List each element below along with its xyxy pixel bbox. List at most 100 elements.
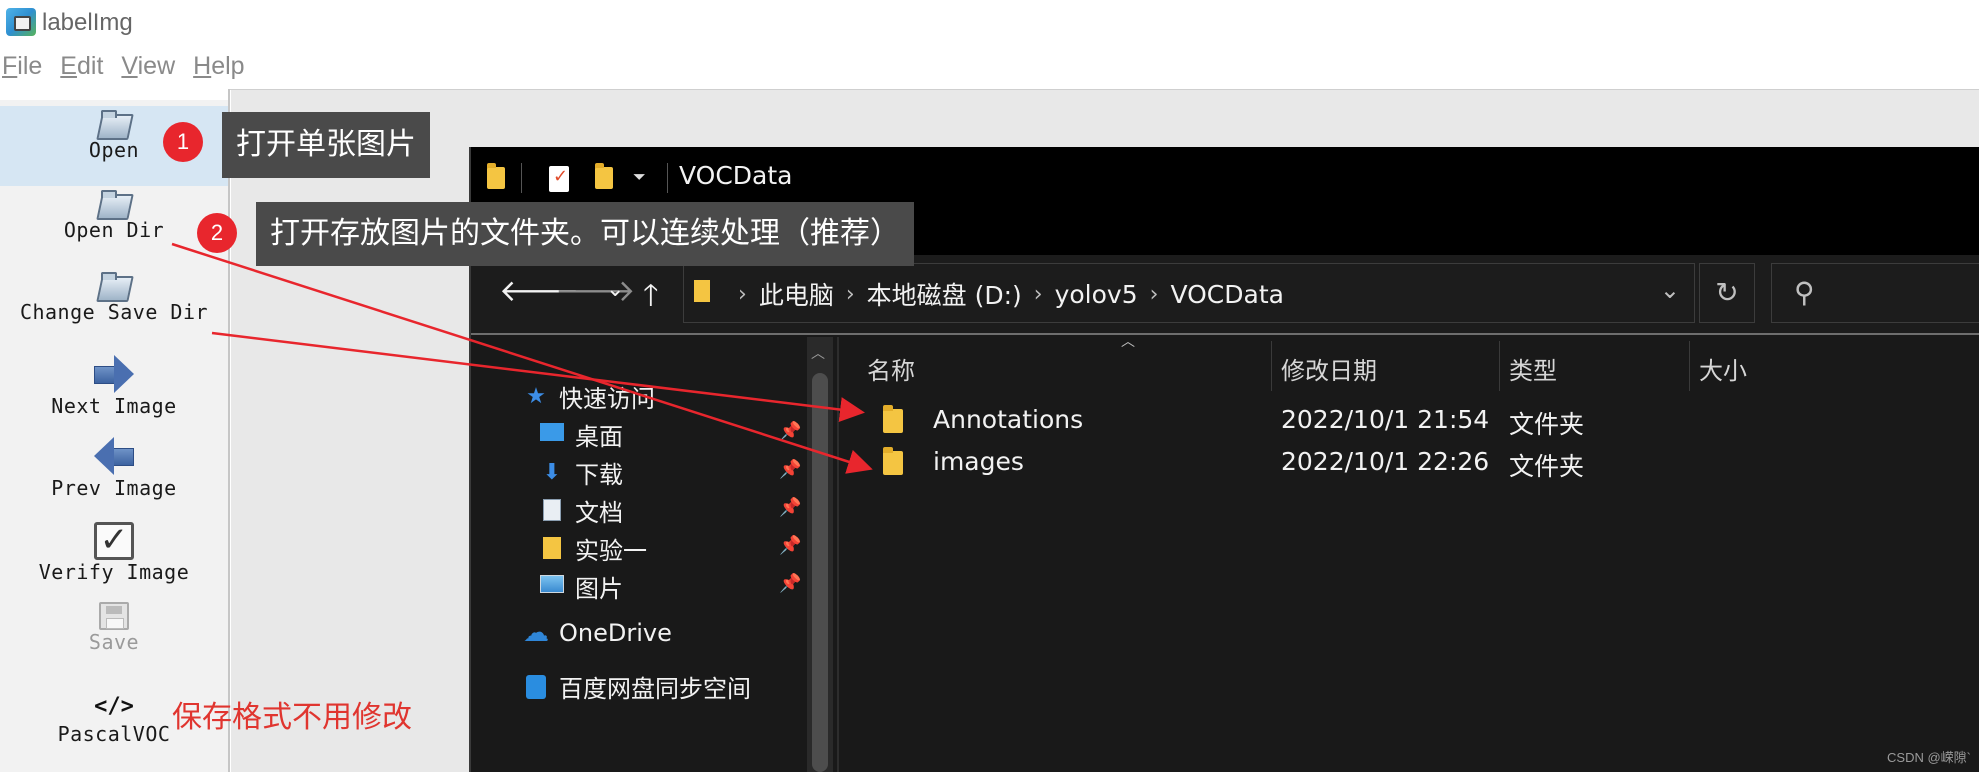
labelimg-app-icon [6, 8, 36, 36]
folder-icon [539, 536, 565, 561]
breadcrumb: › 此电脑 › 本地磁盘 (D:) › yolov5 › VOCData [726, 276, 1284, 312]
step-badge-1: 1 [163, 122, 203, 162]
toolbar-edge [228, 89, 230, 772]
navigation-pane: ★ 快速访问 桌面 📌 ⬇ 下载 📌 文档 📌 实验一 📌 图片 📌 ☁ One… [471, 337, 837, 772]
pin-icon[interactable]: 📌 [779, 497, 801, 518]
pin-icon[interactable]: 📌 [779, 421, 801, 442]
verify-image-label: Verify Image [38, 560, 190, 584]
change-save-dir-button[interactable]: Change Save Dir [0, 270, 228, 324]
nav-item-experiment[interactable]: 实验一 [539, 531, 647, 566]
up-arrow-icon[interactable]: 🡑 [643, 273, 659, 324]
toolbar-separator [521, 163, 522, 193]
checkbox-icon: ✓ [94, 522, 134, 560]
baidu-netdisk-icon [523, 674, 549, 699]
file-date: 2022/10/1 21:54 [1281, 405, 1490, 434]
star-icon: ★ [526, 383, 546, 409]
breadcrumb-chevron-icon[interactable]: › [846, 282, 855, 307]
file-type: 文件夹 [1509, 452, 1585, 481]
file-name: images [933, 447, 1024, 476]
callout-open-file: 打开单张图片 [222, 112, 430, 178]
save-dir-folder-icon [97, 270, 131, 300]
breadcrumb-item[interactable]: 此电脑 [759, 276, 834, 312]
quick-access-folder-icon [487, 163, 505, 189]
new-folder-icon[interactable] [595, 163, 613, 189]
column-header-date[interactable]: 修改日期 [1281, 351, 1377, 386]
nav-item-onedrive[interactable]: ☁ OneDrive [523, 619, 672, 647]
column-divider[interactable] [1499, 341, 1500, 391]
table-row[interactable]: Annotations 2022/10/1 21:54 文件夹 [839, 399, 1979, 441]
nav-item-quick-access[interactable]: ★ 快速访问 [523, 379, 655, 414]
breadcrumb-chevron-icon[interactable]: › [1034, 282, 1043, 307]
desktop-icon [539, 422, 565, 447]
nav-item-documents[interactable]: 文档 [539, 493, 623, 528]
explorer-window-title: VOCData [679, 161, 793, 190]
sort-ascending-icon: ︿ [1121, 334, 1135, 350]
menu-file[interactable]: File [2, 52, 42, 88]
document-icon [539, 498, 565, 523]
breadcrumb-item[interactable]: 本地磁盘 (D:) [867, 276, 1022, 312]
file-name: Annotations [933, 405, 1084, 434]
arrow-left-icon [92, 436, 136, 476]
explorer-nav-bar: 🡐 🡒 ⌄ 🡑 › 此电脑 › 本地磁盘 (D:) › yolov5 › VOC… [471, 255, 1979, 335]
column-divider[interactable] [1271, 341, 1272, 391]
column-header-type[interactable]: 类型 [1509, 351, 1557, 386]
table-row[interactable]: images 2022/10/1 22:26 文件夹 [839, 441, 1979, 483]
refresh-icon[interactable]: ↻ [1699, 263, 1755, 323]
pin-icon[interactable]: 📌 [779, 573, 801, 594]
open-dir-folder-icon [97, 188, 131, 218]
save-button[interactable]: Save [0, 602, 228, 654]
address-history-chevron-icon[interactable]: ⌄ [1660, 276, 1680, 304]
scrollbar-thumb[interactable] [812, 373, 828, 772]
folder-icon [883, 405, 903, 433]
cloud-icon: ☁ [523, 618, 549, 648]
title-bar: labelImg [0, 0, 1979, 44]
customize-dropdown-icon[interactable]: ⏷ [633, 167, 646, 187]
step-badge-2: 2 [197, 213, 237, 253]
breadcrumb-chevron-icon[interactable]: › [738, 282, 747, 307]
nav-pane-scrollbar[interactable]: ︿ [807, 337, 833, 772]
download-arrow-icon: ⬇ [542, 459, 562, 485]
pin-icon[interactable]: 📌 [779, 535, 801, 556]
scroll-up-chevron-icon[interactable]: ︿ [811, 343, 825, 363]
address-folder-icon [694, 280, 710, 302]
next-image-label: Next Image [51, 394, 177, 418]
prev-image-label: Prev Image [51, 476, 177, 500]
breadcrumb-item[interactable]: yolov5 [1055, 280, 1138, 309]
menu-view[interactable]: View [121, 52, 175, 88]
nav-item-desktop[interactable]: 桌面 [539, 417, 623, 452]
column-header-size[interactable]: 大小 [1699, 351, 1747, 386]
arrow-right-icon [92, 354, 136, 394]
column-header-name[interactable]: 名称 [867, 351, 915, 386]
open-dir-button[interactable]: Open Dir [0, 188, 228, 242]
verify-image-button[interactable]: ✓ Verify Image [0, 522, 228, 584]
nav-item-pictures[interactable]: 图片 [539, 569, 623, 604]
pin-icon[interactable]: 📌 [779, 459, 801, 480]
next-image-button[interactable]: Next Image [0, 354, 228, 418]
app-title: labelImg [42, 9, 133, 36]
column-divider[interactable] [1689, 341, 1690, 391]
callout-open-dir: 打开存放图片的文件夹。可以连续处理（推荐） [256, 202, 914, 266]
file-date: 2022/10/1 22:26 [1281, 447, 1490, 476]
recent-locations-chevron-icon[interactable]: ⌄ [606, 277, 624, 302]
change-save-dir-label: Change Save Dir [19, 300, 209, 324]
menu-help[interactable]: Help [193, 52, 244, 88]
search-input[interactable]: ⚲ [1771, 263, 1979, 323]
breadcrumb-item[interactable]: VOCData [1170, 280, 1284, 309]
prev-image-button[interactable]: Prev Image [0, 436, 228, 500]
file-type: 文件夹 [1509, 410, 1585, 439]
open-folder-icon [97, 108, 131, 138]
folder-icon [883, 447, 903, 475]
pictures-icon [539, 574, 565, 599]
nav-item-baidu-sync[interactable]: 百度网盘同步空间 [523, 669, 751, 704]
file-list: ︿ 名称 修改日期 类型 大小 Annotations 2022/10/1 21… [839, 334, 1979, 772]
breadcrumb-chevron-icon[interactable]: › [1150, 282, 1159, 307]
nav-item-downloads[interactable]: ⬇ 下载 [539, 455, 623, 490]
save-label: Save [88, 630, 140, 654]
menu-bar: File Edit View Help [0, 52, 245, 88]
properties-icon[interactable] [549, 166, 569, 192]
format-note: 保存格式不用修改 [172, 700, 412, 735]
address-bar[interactable]: › 此电脑 › 本地磁盘 (D:) › yolov5 › VOCData ⌄ [683, 263, 1695, 323]
toolbar-separator-2 [667, 163, 668, 193]
menu-edit[interactable]: Edit [60, 52, 103, 88]
open-dir-label: Open Dir [63, 218, 165, 242]
